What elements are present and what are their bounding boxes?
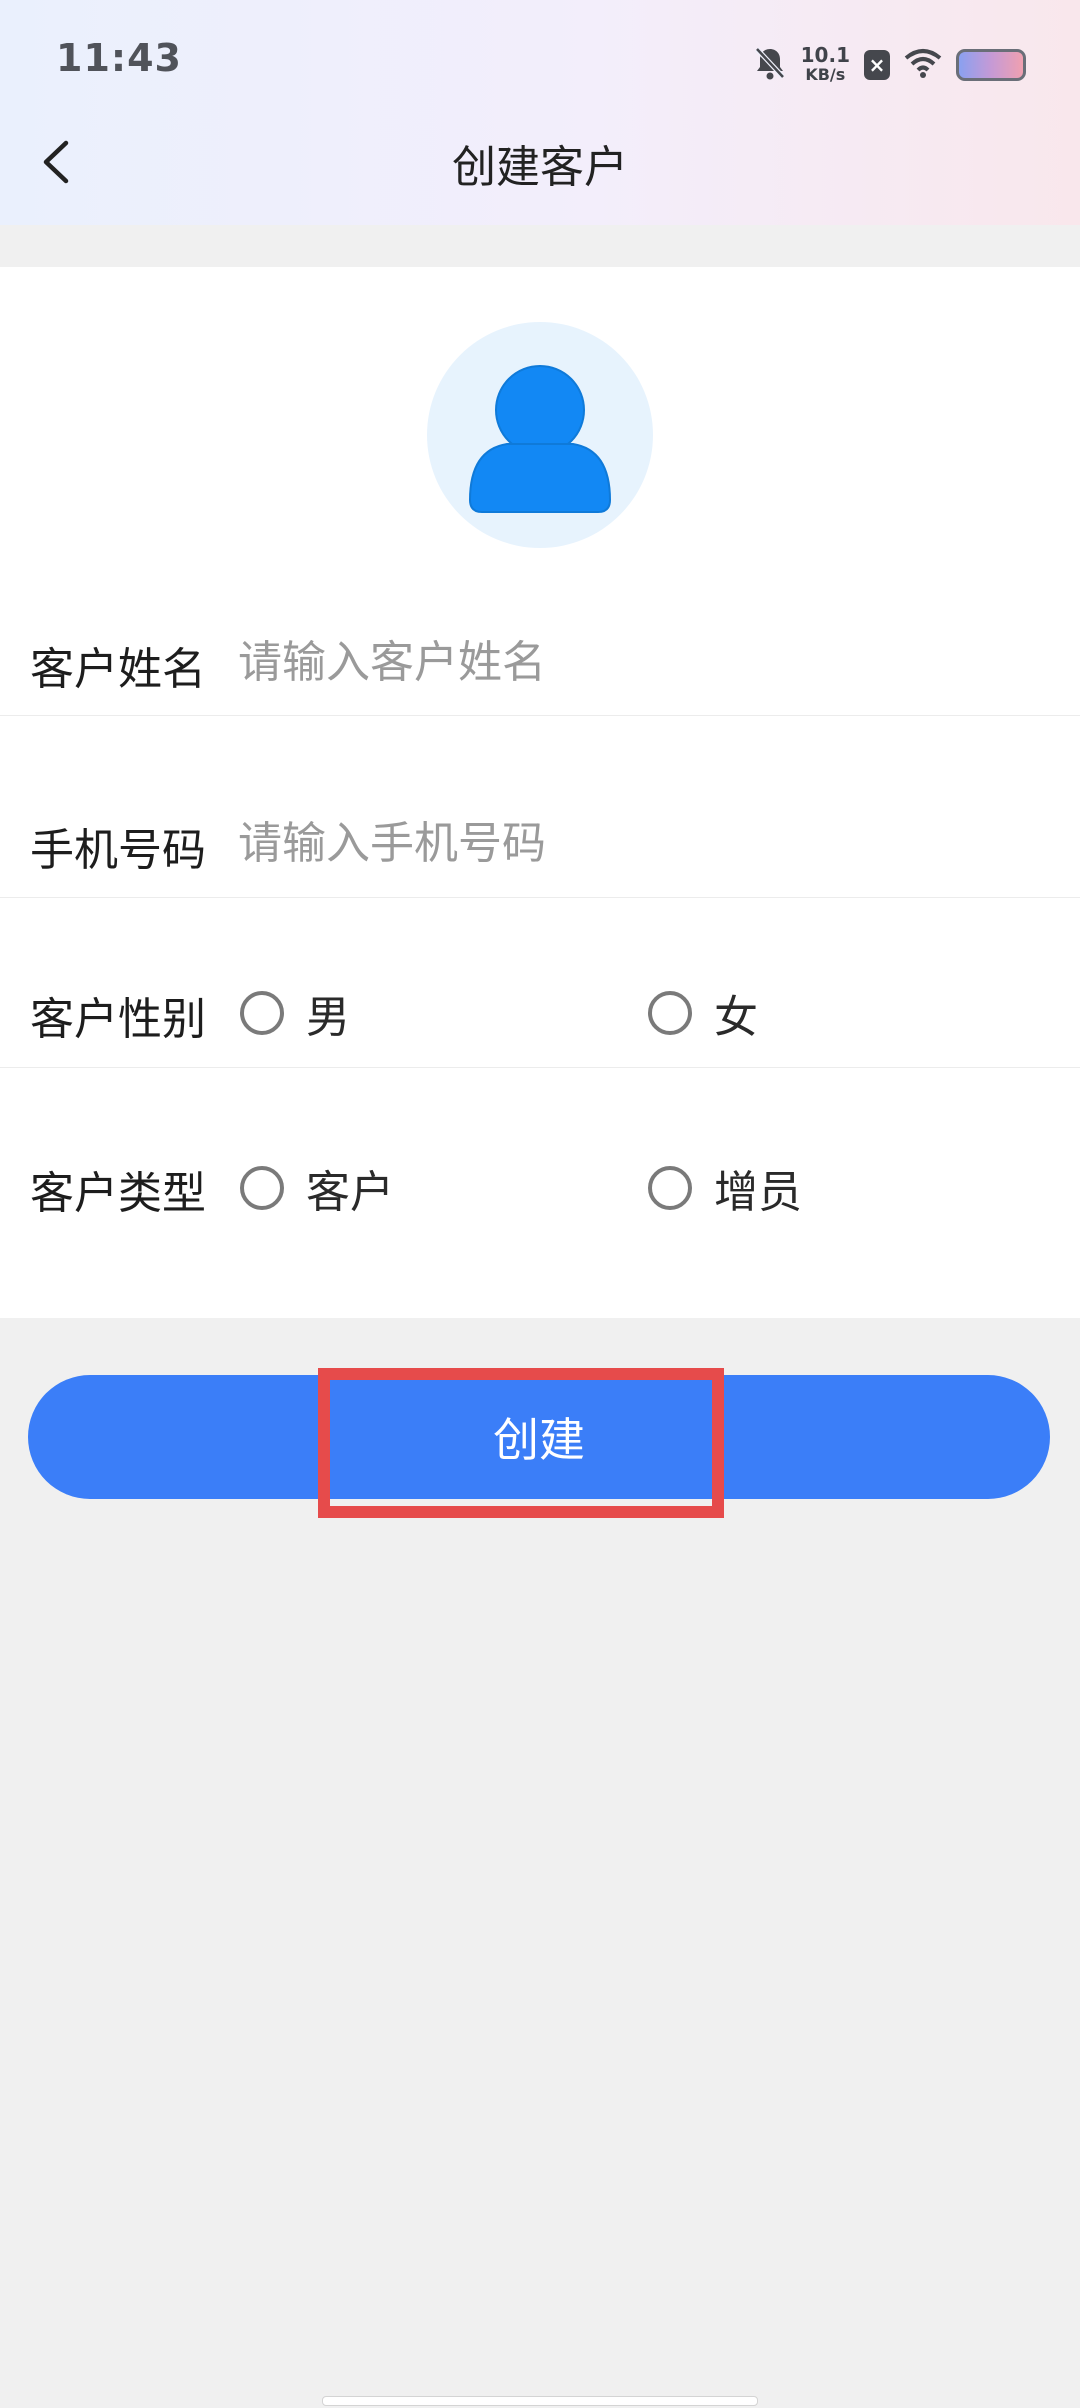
type-option-recruit[interactable]: 增员 <box>648 1156 802 1220</box>
avatar-upload[interactable] <box>427 322 653 548</box>
customer-name-label: 客户姓名 <box>30 644 206 695</box>
customer-type-label: 客户类型 <box>30 1168 206 1219</box>
gender-option-male-label: 男 <box>306 992 350 1043</box>
customer-type-row: 客户类型 客户 增员 <box>0 1067 1080 1247</box>
radio-circle-icon <box>240 991 284 1035</box>
status-icons: 10.1 KB/s × <box>753 40 1026 90</box>
customer-name-input[interactable] <box>236 621 1020 703</box>
close-badge-icon: × <box>864 50 890 80</box>
radio-circle-icon <box>648 991 692 1035</box>
phone-number-label: 手机号码 <box>30 825 206 876</box>
phone-number-row: 手机号码 <box>0 715 1080 898</box>
network-speed-value: 10.1 <box>800 43 850 67</box>
page-title: 创建客户 <box>452 142 628 193</box>
wifi-icon <box>904 48 942 82</box>
radio-circle-icon <box>240 1166 284 1210</box>
network-speed-unit: KB/s <box>805 65 846 84</box>
network-speed: 10.1 KB/s <box>801 45 850 85</box>
gender-option-female[interactable]: 女 <box>648 981 758 1045</box>
phone-number-input[interactable] <box>236 802 1020 884</box>
customer-gender-row: 客户性别 男 女 <box>0 897 1080 1068</box>
battery-icon <box>956 49 1026 81</box>
customer-gender-label: 客户性别 <box>30 994 206 1045</box>
radio-circle-icon <box>648 1166 692 1210</box>
gender-option-female-label: 女 <box>714 992 758 1043</box>
top-bar: 11:43 10.1 KB/s × 创建客户 <box>0 0 1080 225</box>
status-time: 11:43 <box>56 36 182 80</box>
type-option-recruit-label: 增员 <box>714 1167 802 1218</box>
customer-form-card: 客户姓名 手机号码 客户性别 男 女 客户类型 客户 增员 <box>0 267 1080 1318</box>
gender-option-male[interactable]: 男 <box>240 981 350 1045</box>
type-option-customer[interactable]: 客户 <box>240 1156 394 1220</box>
bell-muted-icon <box>753 45 787 85</box>
home-indicator <box>322 2396 758 2406</box>
customer-name-row: 客户姓名 <box>0 597 1080 716</box>
highlight-box <box>318 1368 724 1518</box>
user-avatar-icon <box>468 365 612 513</box>
type-option-customer-label: 客户 <box>306 1167 394 1218</box>
